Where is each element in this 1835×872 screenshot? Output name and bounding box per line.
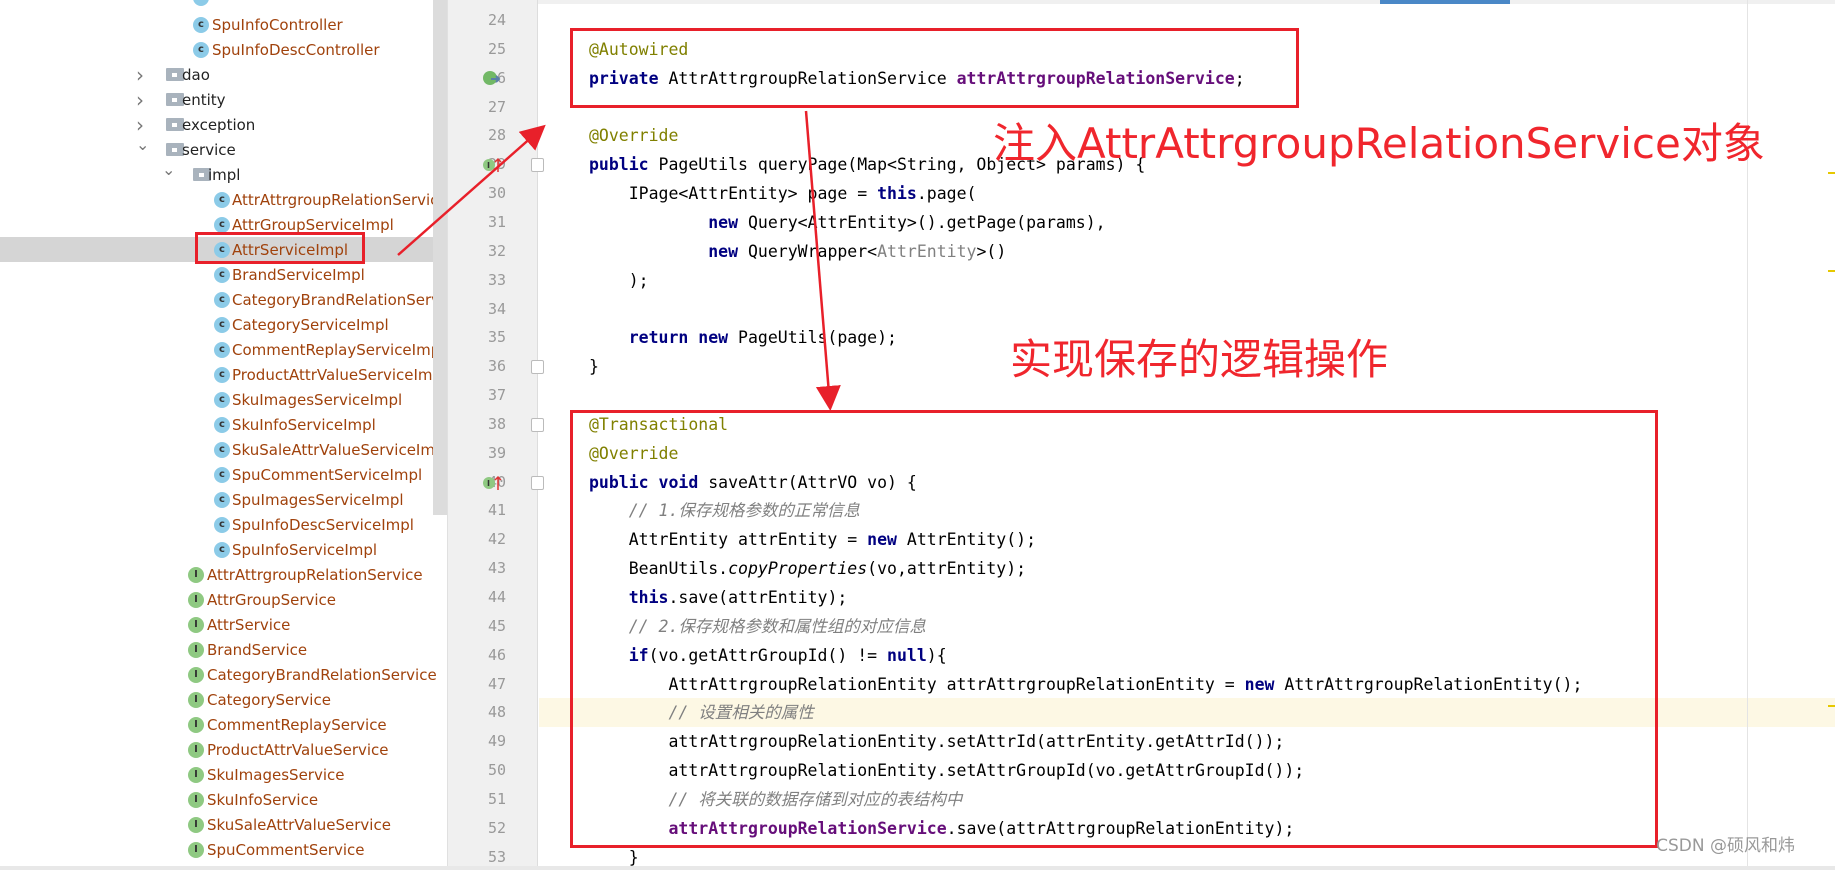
inject-annotation: 注入AttrAttrgroupRelationService对象	[993, 119, 1765, 168]
scroll-marker	[1828, 270, 1835, 272]
watermark: CSDN @硕风和炜	[1656, 836, 1795, 856]
scroll-marker	[1828, 172, 1835, 174]
scroll-marker	[1828, 705, 1835, 707]
bottom-border	[0, 866, 1835, 870]
save-logic-annotation: 实现保存的逻辑操作	[1010, 335, 1389, 384]
arrow-to-autowired	[397, 124, 546, 256]
arrow-to-saveattr	[804, 110, 841, 411]
